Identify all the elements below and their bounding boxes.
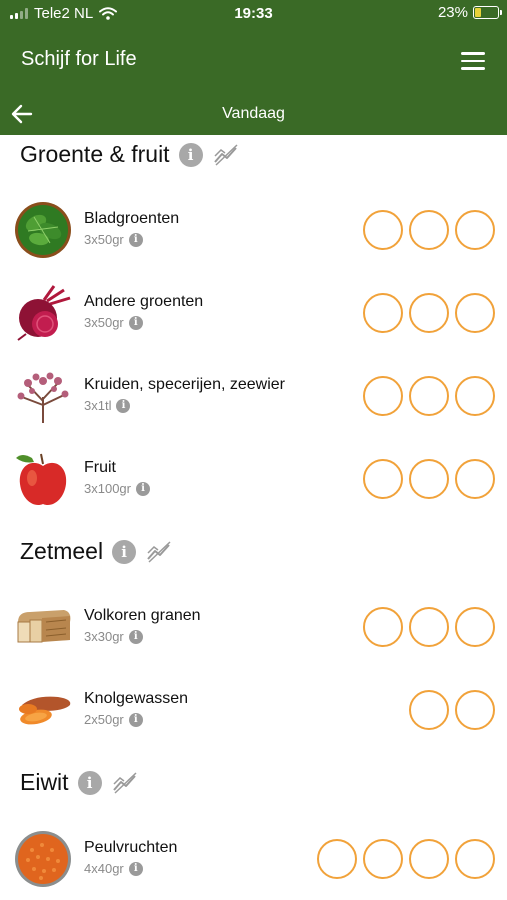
food-name: Peulvruchten xyxy=(84,839,178,856)
portion-circle[interactable] xyxy=(409,839,449,879)
trend-chart-icon[interactable] xyxy=(112,771,138,794)
trend-chart-icon[interactable] xyxy=(146,540,172,563)
day-title: Vandaag xyxy=(222,105,285,122)
info-icon[interactable]: i xyxy=(135,481,150,496)
portion-circle[interactable] xyxy=(455,459,495,499)
trend-chart-icon[interactable] xyxy=(213,143,239,166)
portion-circle[interactable] xyxy=(455,293,495,333)
food-name: Bladgroenten xyxy=(84,210,180,227)
portion-label: 3x50gr xyxy=(84,315,124,330)
food-row-volkoren-granen[interactable]: Volkoren granen 3x30gr i xyxy=(0,598,507,658)
battery-fill xyxy=(475,8,481,17)
info-icon[interactable]: i xyxy=(116,398,131,413)
portion-label: 3x30gr xyxy=(84,629,124,644)
app-title: Schijf for Life xyxy=(21,48,137,70)
food-name: Fruit xyxy=(84,459,116,476)
portion-circle[interactable] xyxy=(409,607,449,647)
food-portion: 3x50gr i xyxy=(84,315,143,330)
food-row-bladgroenten[interactable]: Bladgroenten 3x50gr i xyxy=(0,201,507,261)
section-title: Zetmeel xyxy=(20,538,104,564)
portion-circle[interactable] xyxy=(455,376,495,416)
food-row-andere-groenten[interactable]: Andere groenten 3x50gr i xyxy=(0,284,507,344)
section-groente-fruit: Groente & fruit i xyxy=(20,141,239,168)
food-row-fruit[interactable]: Fruit 3x100gr i xyxy=(0,450,507,510)
portion-circles xyxy=(363,376,495,416)
food-portion: 3x1tl i xyxy=(84,398,131,413)
portion-circles xyxy=(363,293,495,333)
portion-circle[interactable] xyxy=(455,210,495,250)
portion-circle[interactable] xyxy=(363,459,403,499)
food-name: Andere groenten xyxy=(84,293,204,310)
portion-circles xyxy=(363,459,495,499)
food-name: Kruiden, specerijen, zeewier xyxy=(84,376,285,393)
food-row-knolgewassen[interactable]: Knolgewassen 2x50gr i xyxy=(0,681,507,741)
info-icon[interactable]: i xyxy=(112,539,137,564)
info-icon[interactable]: i xyxy=(128,232,143,247)
beetroot-icon xyxy=(17,285,71,341)
info-icon[interactable]: i xyxy=(128,712,143,727)
app-bar: Schijf for Life xyxy=(0,28,507,92)
portion-label: 3x100gr xyxy=(84,481,131,496)
portion-circle[interactable] xyxy=(317,839,357,879)
apple-icon xyxy=(16,453,67,506)
section-eiwit: Eiwit i xyxy=(20,769,138,796)
portion-circle[interactable] xyxy=(363,210,403,250)
portion-label: 3x50gr xyxy=(84,232,124,247)
battery-group: 23% xyxy=(437,4,502,21)
portion-label: 2x50gr xyxy=(84,712,124,727)
food-row-kruiden[interactable]: Kruiden, specerijen, zeewier 3x1tl i xyxy=(0,367,507,427)
portion-circle[interactable] xyxy=(409,293,449,333)
portion-circles xyxy=(363,210,495,250)
food-portion: 3x100gr i xyxy=(84,481,150,496)
portion-circle[interactable] xyxy=(409,376,449,416)
info-icon[interactable]: i xyxy=(178,142,203,167)
portion-label: 4x40gr xyxy=(84,861,124,876)
portion-circle[interactable] xyxy=(363,839,403,879)
sweet-potato-icon xyxy=(19,696,71,725)
portion-circle[interactable] xyxy=(455,690,495,730)
hamburger-icon[interactable] xyxy=(461,52,485,70)
portion-circle[interactable] xyxy=(409,210,449,250)
section-title: Groente & fruit xyxy=(20,141,170,167)
food-name: Knolgewassen xyxy=(84,690,189,707)
portion-circle[interactable] xyxy=(409,690,449,730)
food-portion: 3x30gr i xyxy=(84,629,143,644)
spinach-icon xyxy=(15,202,71,258)
portion-circles xyxy=(317,839,495,879)
food-name: Volkoren granen xyxy=(84,607,201,624)
portion-circles xyxy=(363,607,495,647)
section-zetmeel: Zetmeel i xyxy=(20,538,172,565)
date-bar: Vandaag xyxy=(0,92,507,135)
portion-circles xyxy=(409,690,495,730)
info-icon[interactable]: i xyxy=(128,629,143,644)
portion-label: 3x1tl xyxy=(84,398,112,413)
portion-circle[interactable] xyxy=(363,607,403,647)
food-portion: 3x50gr i xyxy=(84,232,143,247)
section-title: Eiwit xyxy=(20,769,69,795)
status-bar: Tele2 NL 19:33 23% xyxy=(0,0,507,28)
portion-circle[interactable] xyxy=(409,459,449,499)
herbs-icon xyxy=(17,372,69,423)
info-icon[interactable]: i xyxy=(128,315,143,330)
info-icon[interactable]: i xyxy=(128,861,143,876)
bread-icon xyxy=(17,610,71,643)
portion-circle[interactable] xyxy=(363,376,403,416)
food-row-peulvruchten[interactable]: Peulvruchten 4x40gr i xyxy=(0,830,507,890)
portion-circle[interactable] xyxy=(363,293,403,333)
food-portion: 2x50gr i xyxy=(84,712,143,727)
battery-icon xyxy=(473,6,502,19)
info-icon[interactable]: i xyxy=(77,770,102,795)
food-list[interactable]: Groente & fruit i Bladgroenten 3x50gr i xyxy=(0,135,507,900)
clock: 19:33 xyxy=(234,5,273,22)
food-portion: 4x40gr i xyxy=(84,861,143,876)
portion-circle[interactable] xyxy=(455,839,495,879)
battery-percentage: 23% xyxy=(437,4,468,21)
lentils-icon xyxy=(15,831,71,887)
portion-circle[interactable] xyxy=(455,607,495,647)
